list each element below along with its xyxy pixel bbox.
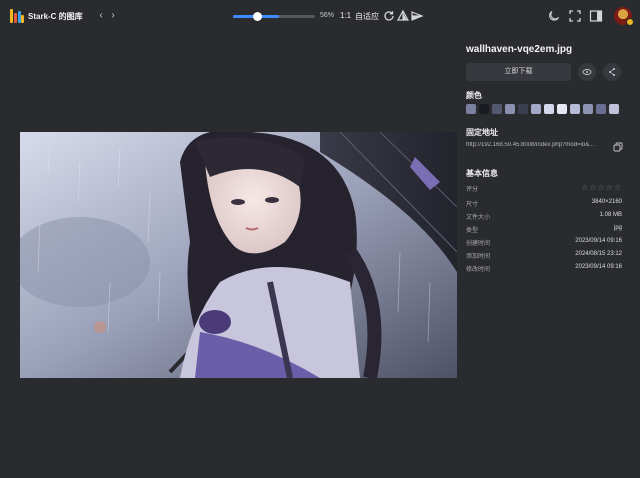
top-bar: Stark-C 的图库 ‹ › 56% 1:1 自适应 xyxy=(0,0,640,34)
fullscreen-icon[interactable] xyxy=(568,9,582,23)
file-name: wallhaven-vqe2em.jpg xyxy=(466,44,573,55)
type-label: 类型 xyxy=(466,228,479,234)
info-row-created: 创建时间 2023/09/14 09:16 xyxy=(466,238,622,248)
filesize-value: 1.08 MB xyxy=(599,212,622,218)
color-swatch[interactable] xyxy=(479,104,489,114)
info-row-rating: 评分 ☆☆☆☆☆ xyxy=(466,183,622,194)
created-label: 创建时间 xyxy=(466,241,491,247)
chevron-left-icon[interactable]: ‹ xyxy=(96,10,106,22)
info-row-modified: 修改时间 2023/09/14 09:16 xyxy=(466,264,622,274)
rating-stars[interactable]: ☆☆☆☆☆ xyxy=(581,183,622,192)
color-swatch[interactable] xyxy=(583,104,593,114)
colors-title: 颜色 xyxy=(466,91,482,100)
app-title: Stark-C 的图库 xyxy=(28,12,83,21)
info-row-added: 添加时间 2024/08/15 23:12 xyxy=(466,251,622,261)
rating-label: 评分 xyxy=(466,187,479,193)
chevron-right-icon[interactable]: › xyxy=(108,10,118,22)
info-row-size: 尺寸 3840×2160 xyxy=(466,199,622,209)
color-swatch[interactable] xyxy=(609,104,619,114)
main-image[interactable] xyxy=(20,132,457,378)
added-value: 2024/08/15 23:12 xyxy=(575,251,622,257)
actual-size-button[interactable]: 1:1 xyxy=(340,11,351,20)
fit-button[interactable]: 自适应 xyxy=(355,11,379,22)
download-button[interactable]: 立即下载 xyxy=(466,63,571,81)
color-swatch[interactable] xyxy=(492,104,502,114)
created-value: 2023/09/14 09:16 xyxy=(575,238,622,244)
added-label: 添加时间 xyxy=(466,254,491,260)
filesize-label: 文件大小 xyxy=(466,215,491,221)
panel-toggle-icon[interactable] xyxy=(589,9,603,23)
info-row-filesize: 文件大小 1.08 MB xyxy=(466,212,622,222)
moon-icon[interactable] xyxy=(547,9,561,23)
color-swatch[interactable] xyxy=(557,104,567,114)
flip-vertical-icon[interactable] xyxy=(396,9,410,23)
color-swatch[interactable] xyxy=(544,104,554,114)
size-value: 3840×2160 xyxy=(591,199,622,205)
color-swatches xyxy=(466,104,619,114)
avatar-badge-icon xyxy=(626,18,634,26)
info-title: 基本信息 xyxy=(466,169,498,178)
address-title: 固定地址 xyxy=(466,128,498,137)
color-swatch[interactable] xyxy=(505,104,515,114)
rotate-icon[interactable] xyxy=(382,9,396,23)
zoom-slider-handle[interactable] xyxy=(252,12,262,21)
app-logo-icon xyxy=(10,9,24,23)
color-swatch[interactable] xyxy=(466,104,476,114)
preview-eye-icon[interactable] xyxy=(578,63,596,81)
color-swatch[interactable] xyxy=(570,104,580,114)
anime-girl-umbrella-image xyxy=(20,132,457,378)
share-icon[interactable] xyxy=(603,63,621,81)
color-swatch[interactable] xyxy=(518,104,528,114)
color-swatch[interactable] xyxy=(531,104,541,114)
info-row-type: 类型 jpg xyxy=(466,225,622,235)
modified-value: 2023/09/14 09:16 xyxy=(575,264,622,270)
flip-horizontal-icon[interactable] xyxy=(410,9,424,23)
type-value: jpg xyxy=(613,225,622,231)
modified-label: 修改时间 xyxy=(466,267,491,273)
size-label: 尺寸 xyxy=(466,202,479,208)
zoom-percent: 56% xyxy=(320,12,335,19)
color-swatch[interactable] xyxy=(596,104,606,114)
copy-icon[interactable] xyxy=(613,142,623,152)
fixed-address-url[interactable]: http://192.168.50.45:8008/index.php?mod=… xyxy=(466,142,606,148)
zoom-slider[interactable] xyxy=(233,12,315,21)
